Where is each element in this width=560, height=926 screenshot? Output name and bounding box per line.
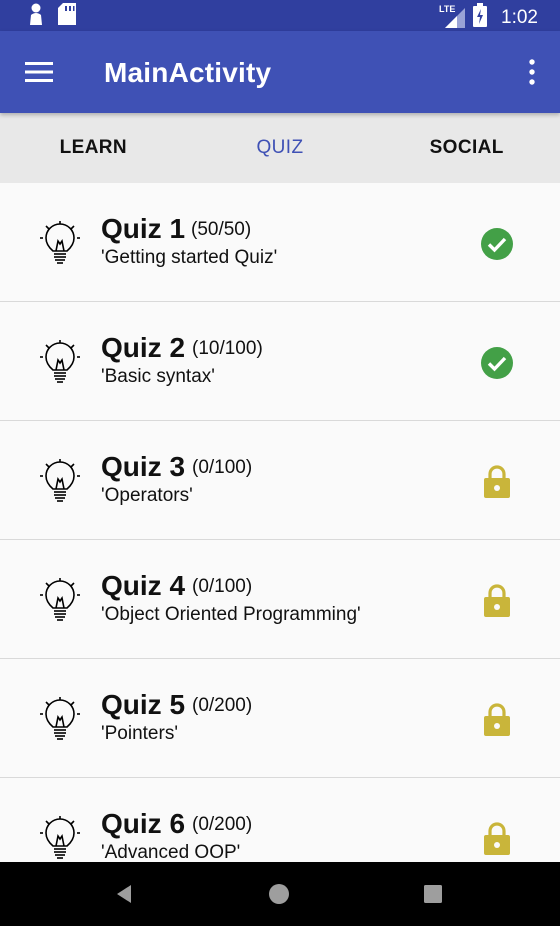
quiz-score: (0/100) [192,576,253,597]
lte-signal-icon: LTE [439,4,466,30]
check-circle-icon [480,346,514,380]
person-icon [28,3,44,30]
lightbulb-icon [40,697,80,743]
recents-icon[interactable] [419,880,447,908]
tab-social[interactable]: SOCIAL [373,113,560,183]
quiz-row-2[interactable]: Quiz 2 (10/100) 'Basic syntax' [0,302,560,421]
quiz-row-3[interactable]: Quiz 3 (0/100) 'Operators' [0,421,560,540]
quiz-subtitle: 'Operators' [101,485,193,506]
lightbulb-icon [40,459,80,505]
clock: 1:02 [501,6,538,28]
app-bar: MainActivity [0,31,560,113]
quiz-row-1[interactable]: Quiz 1 (50/50) 'Getting started Quiz' [0,183,560,302]
quiz-score: (10/100) [192,338,263,359]
tab-bar: LEARN QUIZ SOCIAL [0,113,560,183]
lock-icon [480,822,514,856]
lightbulb-icon [40,221,80,267]
quiz-subtitle: 'Pointers' [101,723,178,744]
quiz-score: (0/200) [192,814,253,835]
quiz-title: Quiz 3 [101,451,186,482]
lightbulb-icon [40,340,80,386]
hamburger-menu-icon[interactable] [16,49,62,95]
quiz-subtitle: 'Getting started Quiz' [101,247,278,268]
quiz-row-6[interactable]: Quiz 6 (0/200) 'Advanced OOP' [0,778,560,862]
tab-quiz[interactable]: QUIZ [187,113,374,183]
quiz-score: (0/100) [192,457,253,478]
navigation-bar [0,862,560,926]
lightbulb-icon [40,816,80,862]
quiz-title: Quiz 1 [101,213,186,244]
status-bar: LTE 1:02 [0,0,560,31]
back-icon[interactable] [110,880,138,908]
quiz-subtitle: 'Advanced OOP' [101,842,241,862]
sd-card-icon [58,3,76,30]
quiz-list: Quiz 1 (50/50) 'Getting started Quiz' Qu… [0,183,560,862]
lock-icon [480,703,514,737]
battery-charging-icon [473,3,488,32]
quiz-title: Quiz 2 [101,332,186,363]
tab-learn[interactable]: LEARN [0,113,187,183]
more-vert-icon[interactable] [516,49,548,95]
quiz-score: (50/50) [191,219,252,240]
quiz-subtitle: 'Object Oriented Programming' [101,604,361,625]
quiz-title: Quiz 4 [101,570,186,601]
lock-icon [480,465,514,499]
quiz-score: (0/200) [192,695,253,716]
quiz-row-4[interactable]: Quiz 4 (0/100) 'Object Oriented Programm… [0,540,560,659]
check-circle-icon [480,227,514,261]
quiz-title: Quiz 6 [101,808,186,839]
quiz-row-5[interactable]: Quiz 5 (0/200) 'Pointers' [0,659,560,778]
app-title: MainActivity [104,57,272,88]
quiz-subtitle: 'Basic syntax' [101,366,215,387]
quiz-title: Quiz 5 [101,689,186,720]
lightbulb-icon [40,578,80,624]
home-icon[interactable] [265,880,293,908]
lock-icon [480,584,514,618]
